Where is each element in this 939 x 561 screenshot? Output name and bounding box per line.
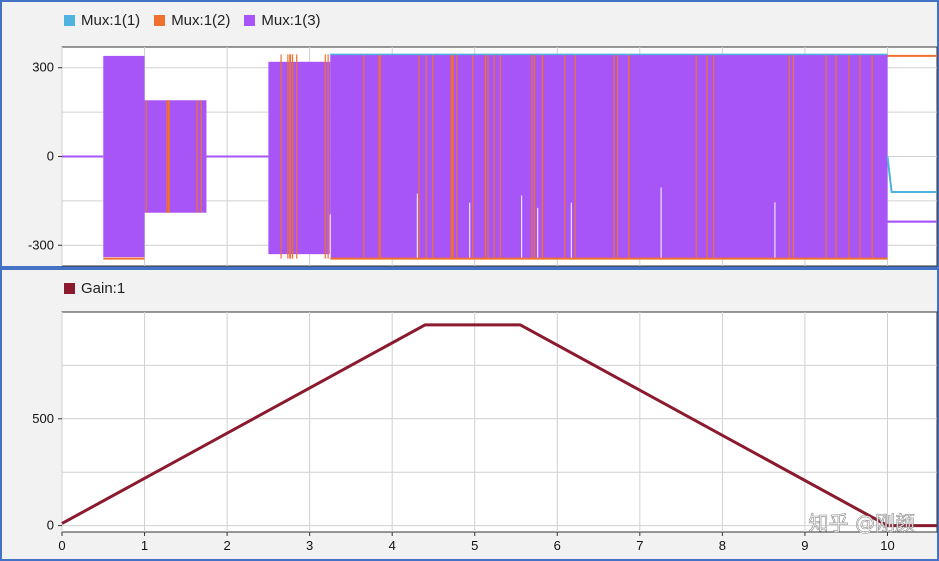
- mux3-band-4: [268, 61, 331, 255]
- xtick-label-2: 2: [223, 538, 230, 553]
- xtick-label-4: 4: [389, 538, 396, 553]
- xtick-label-6: 6: [554, 538, 561, 553]
- top-ytick-label-0: 300: [32, 60, 54, 75]
- bottom-ytick-label-1: 0: [47, 518, 54, 533]
- mux3-band-1: [103, 55, 145, 258]
- xtick-label-7: 7: [636, 538, 643, 553]
- mux3-band-5: [330, 54, 888, 259]
- top-ytick-label-2: -300: [28, 237, 54, 252]
- plots-canvas: 3000-30050000 1 2 3 4 5 6 7 8 9 10知乎 @刚颜: [28, 46, 938, 553]
- bottom-ytick-label-0: 500: [32, 411, 54, 426]
- watermark-text: 知乎 @刚颜: [809, 511, 915, 535]
- xtick-label-5: 5: [471, 538, 478, 553]
- top-ytick-label-1: 0: [47, 149, 54, 164]
- xtick-label-3: 3: [306, 538, 313, 553]
- xtick-label-8: 8: [719, 538, 726, 553]
- bottom-plot-area: [61, 311, 938, 533]
- scope-viewer: Mux:1(1) Mux:1(2) Mux:1(3) Gain:1 300 0 -3…: [0, 0, 939, 561]
- xtick-label-0: 0: [58, 538, 65, 553]
- xtick-label-9: 9: [801, 538, 808, 553]
- xtick-label-10: 10: [880, 538, 894, 553]
- xtick-label-1: 1: [141, 538, 148, 553]
